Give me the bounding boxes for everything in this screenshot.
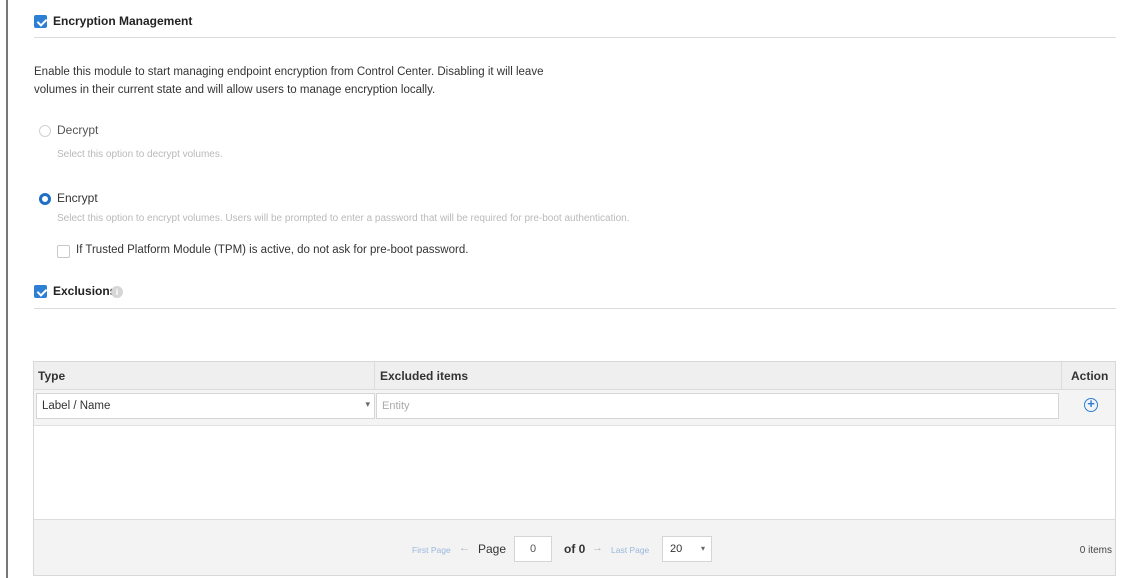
exclusions-table: Type Excluded items Action Label / Name …: [33, 361, 1116, 576]
per-page-value: 20: [670, 543, 683, 555]
exclusions-divider: [34, 308, 1116, 309]
encryption-management-checkbox[interactable]: [34, 15, 47, 28]
first-page-link[interactable]: First Page: [412, 545, 451, 555]
column-type[interactable]: Type: [38, 369, 65, 383]
encrypt-hint: Select this option to encrypt volumes. U…: [57, 213, 630, 224]
decrypt-hint: Select this option to decrypt volumes.: [57, 149, 223, 160]
entity-input[interactable]: Entity: [376, 393, 1059, 419]
encrypt-radio[interactable]: [39, 193, 51, 205]
column-excluded-items[interactable]: Excluded items: [380, 369, 468, 383]
exclusions-checkbox[interactable]: [34, 285, 47, 298]
prev-arrow-icon[interactable]: ←: [459, 542, 470, 554]
description-line-1: Enable this module to start managing end…: [34, 66, 544, 78]
description-line-2: volumes in their current state and will …: [34, 84, 436, 96]
last-page-link[interactable]: Last Page: [611, 545, 649, 555]
decrypt-label[interactable]: Decrypt: [57, 123, 98, 137]
chevron-down-icon: ▾: [365, 399, 370, 409]
entity-placeholder: Entity: [382, 400, 410, 412]
encryption-description: Enable this module to start managing end…: [34, 63, 594, 99]
page-number-input[interactable]: 0: [514, 536, 552, 562]
tpm-label[interactable]: If Trusted Platform Module (TPM) is acti…: [76, 244, 468, 256]
page-total: of 0: [564, 542, 586, 556]
column-divider: [374, 362, 375, 390]
info-icon[interactable]: i: [111, 286, 123, 298]
encrypt-label[interactable]: Encrypt: [57, 191, 98, 205]
section-divider: [34, 37, 1116, 38]
column-action: Action: [1071, 369, 1109, 383]
per-page-select[interactable]: 20 ▾: [662, 536, 712, 562]
items-count: 0 items: [1079, 545, 1112, 556]
table-pagination: First Page ← Page 0 of 0 → Last Page 20 …: [34, 519, 1115, 575]
decrypt-radio[interactable]: [39, 125, 51, 137]
type-select[interactable]: Label / Name ▾: [36, 393, 375, 419]
next-arrow-icon[interactable]: →: [592, 542, 603, 554]
filter-row: Label / Name ▾ Entity +: [34, 390, 1115, 426]
add-circle-icon[interactable]: +: [1084, 397, 1098, 412]
chevron-down-icon: ▾: [700, 544, 705, 553]
table-header: Type Excluded items Action: [34, 362, 1115, 390]
left-border: [6, 0, 8, 578]
exclusions-section-title: Exclusions: [53, 284, 117, 298]
page-label: Page: [478, 542, 507, 556]
type-select-value: Label / Name: [42, 400, 111, 412]
tpm-checkbox[interactable]: [57, 245, 70, 258]
encryption-section-title: Encryption Management: [53, 14, 193, 28]
column-divider: [1061, 362, 1062, 390]
